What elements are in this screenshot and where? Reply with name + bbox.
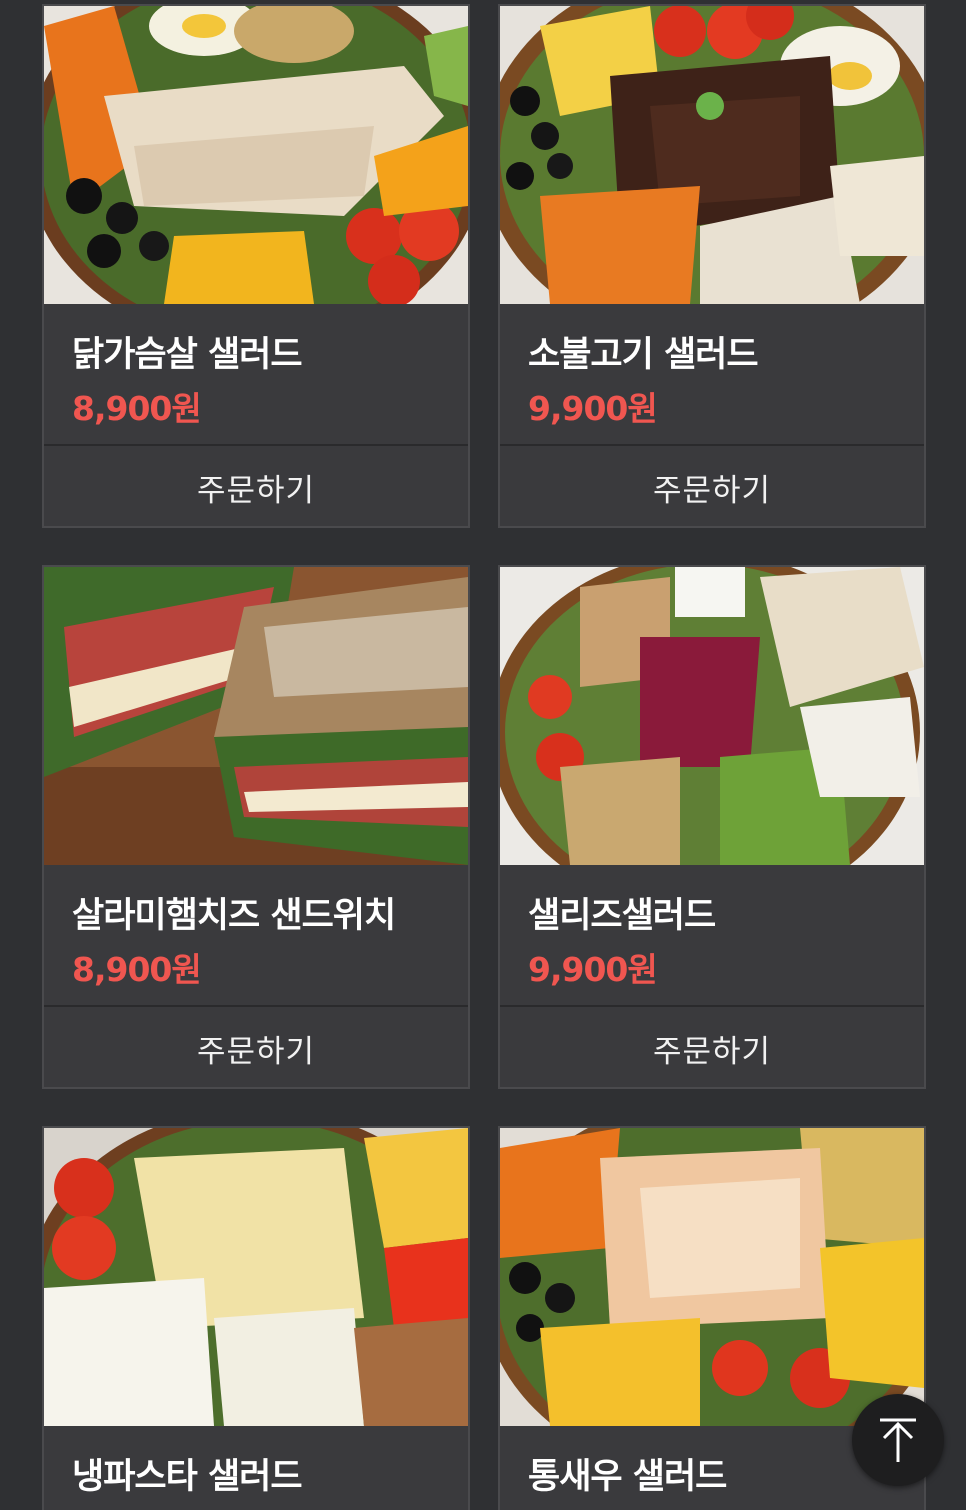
cold-pasta-salad-photo[interactable] [44,1128,468,1426]
product-price: 9,900원 [528,950,658,989]
sallys-salad-photo[interactable] [500,567,924,865]
product-price: 9,900원 [528,389,658,428]
arrow-up-icon [880,1418,916,1462]
order-button[interactable]: 주문하기 [500,1009,924,1087]
product-grid: 닭가슴살 샐러드 8,900원 주문하기 소불고기 샐러드 9,900원 주문하… [0,0,966,1510]
product-price: 8,900원 [72,950,202,989]
product-info: 살라미햄치즈 샌드위치 8,900원 [44,865,468,1007]
product-info: 닭가슴살 샐러드 8,900원 [44,304,468,446]
product-info: 소불고기 샐러드 9,900원 [500,304,924,446]
product-card[interactable]: 냉파스타 샐러드 [42,1126,470,1510]
chicken-breast-salad-photo[interactable] [44,6,468,304]
beef-bulgogi-salad-photo[interactable] [500,6,924,304]
product-name: 통새우 샐러드 [528,1457,727,1497]
product-info: 샐리즈샐러드 9,900원 [500,865,924,1007]
product-card[interactable]: 닭가슴살 샐러드 8,900원 주문하기 [42,4,470,528]
whole-shrimp-salad-photo[interactable] [500,1128,924,1426]
scroll-to-top-button[interactable] [852,1394,944,1486]
order-button[interactable]: 주문하기 [44,448,468,526]
product-name: 살라미햄치즈 샌드위치 [72,896,396,936]
product-name: 샐리즈샐러드 [528,896,716,936]
product-name: 닭가슴살 샐러드 [72,335,303,375]
product-card[interactable]: 샐리즈샐러드 9,900원 주문하기 [498,565,926,1089]
product-info: 냉파스타 샐러드 [44,1426,468,1510]
product-price: 8,900원 [72,389,202,428]
product-name: 소불고기 샐러드 [528,335,759,375]
order-button[interactable]: 주문하기 [44,1009,468,1087]
product-card[interactable]: 살라미햄치즈 샌드위치 8,900원 주문하기 [42,565,470,1089]
product-name: 냉파스타 샐러드 [72,1457,303,1497]
product-card[interactable]: 소불고기 샐러드 9,900원 주문하기 [498,4,926,528]
order-button[interactable]: 주문하기 [500,448,924,526]
salami-ham-cheese-sandwich-photo[interactable] [44,567,468,865]
